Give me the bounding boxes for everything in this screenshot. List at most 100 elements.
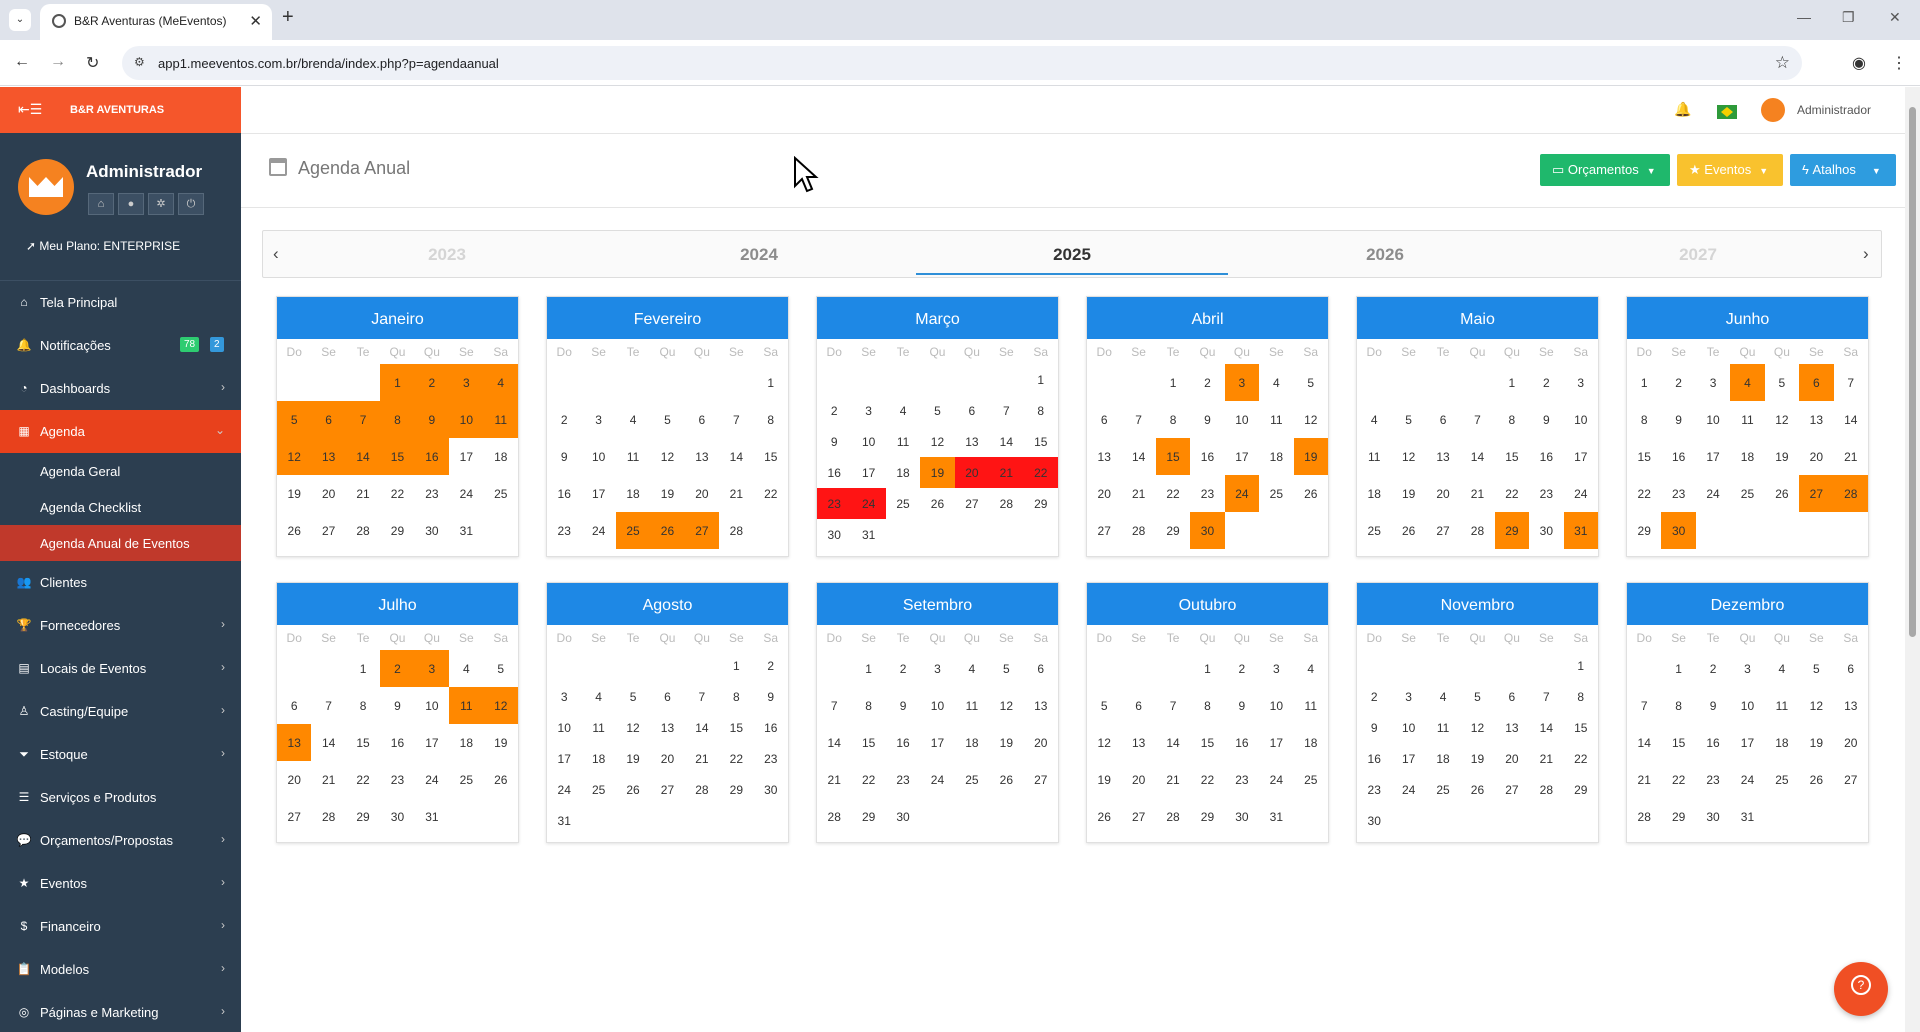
day-cell[interactable]: 18 bbox=[1426, 743, 1460, 774]
day-cell[interactable]: 12 bbox=[616, 712, 650, 743]
eventos-button[interactable]: ★ Eventos ▼ bbox=[1677, 154, 1783, 186]
day-cell[interactable]: 2 bbox=[886, 650, 920, 687]
tab-search-button[interactable]: ⌄ bbox=[9, 9, 31, 31]
day-cell[interactable]: 1 bbox=[851, 650, 885, 687]
day-cell[interactable]: 10 bbox=[1696, 401, 1730, 438]
day-cell[interactable]: 7 bbox=[1121, 401, 1155, 438]
day-cell[interactable]: 5 bbox=[277, 401, 312, 438]
day-cell[interactable]: 24 bbox=[920, 761, 954, 798]
day-cell[interactable]: 8 bbox=[1190, 687, 1224, 724]
day-cell[interactable]: 22 bbox=[754, 475, 788, 512]
day-cell[interactable]: 27 bbox=[1426, 512, 1460, 549]
day-cell[interactable]: 25 bbox=[1259, 475, 1293, 512]
day-cell[interactable]: 9 bbox=[886, 687, 920, 724]
day-cell[interactable]: 27 bbox=[1495, 774, 1529, 805]
day-cell[interactable]: 20 bbox=[1834, 724, 1868, 761]
user-name[interactable]: Administrador bbox=[1797, 103, 1871, 117]
day-cell[interactable]: 11 bbox=[1426, 712, 1460, 743]
sidebar-item[interactable]: ▤ Locais de Eventos › bbox=[0, 647, 241, 690]
day-cell[interactable]: 10 bbox=[547, 712, 581, 743]
day-cell[interactable]: 7 bbox=[685, 681, 719, 712]
day-cell[interactable]: 23 bbox=[415, 475, 449, 512]
day-cell[interactable]: 21 bbox=[1529, 743, 1563, 774]
day-cell[interactable]: 12 bbox=[483, 687, 518, 724]
day-cell[interactable]: 3 bbox=[1224, 364, 1260, 401]
day-cell[interactable]: 2 bbox=[1190, 364, 1224, 401]
day-cell[interactable]: 19 bbox=[1293, 438, 1328, 475]
day-cell[interactable]: 27 bbox=[311, 512, 345, 549]
day-cell[interactable]: 3 bbox=[449, 364, 484, 401]
day-cell[interactable]: 6 bbox=[955, 395, 989, 426]
day-cell[interactable]: 5 bbox=[1087, 687, 1121, 724]
day-cell[interactable]: 27 bbox=[1087, 512, 1121, 549]
day-cell[interactable]: 19 bbox=[1460, 743, 1494, 774]
brazil-flag-icon[interactable] bbox=[1717, 105, 1737, 119]
day-cell[interactable]: 15 bbox=[1495, 438, 1529, 475]
day-cell[interactable]: 29 bbox=[1156, 512, 1190, 549]
day-cell[interactable]: 1 bbox=[1495, 364, 1529, 401]
day-cell[interactable]: 28 bbox=[1121, 512, 1155, 549]
day-cell[interactable]: 2 bbox=[1661, 364, 1695, 401]
day-cell[interactable]: 12 bbox=[989, 687, 1023, 724]
day-cell[interactable]: 31 bbox=[1259, 798, 1293, 835]
day-cell[interactable]: 14 bbox=[1121, 438, 1155, 475]
day-cell[interactable]: 28 bbox=[346, 512, 380, 549]
day-cell[interactable]: 6 bbox=[1087, 401, 1121, 438]
day-cell[interactable]: 6 bbox=[1426, 401, 1460, 438]
day-cell[interactable]: 21 bbox=[1121, 475, 1155, 512]
bookmark-star-icon[interactable]: ☆ bbox=[1775, 53, 1790, 73]
day-cell[interactable]: 15 bbox=[719, 712, 753, 743]
day-cell[interactable]: 23 bbox=[1190, 475, 1224, 512]
day-cell[interactable]: 10 bbox=[415, 687, 449, 724]
day-cell[interactable]: 10 bbox=[920, 687, 954, 724]
sidebar-item[interactable]: ♙ Casting/Equipe › bbox=[0, 690, 241, 733]
day-cell[interactable]: 21 bbox=[719, 475, 753, 512]
day-cell[interactable]: 9 bbox=[754, 681, 788, 712]
day-cell[interactable]: 4 bbox=[483, 364, 518, 401]
site-info-icon[interactable]: ⚙ bbox=[134, 55, 145, 69]
day-cell[interactable]: 9 bbox=[414, 401, 450, 438]
day-cell[interactable]: 4 bbox=[886, 395, 920, 426]
day-cell[interactable]: 15 bbox=[1155, 438, 1191, 475]
day-cell[interactable]: 10 bbox=[1391, 712, 1425, 743]
day-cell[interactable]: 24 bbox=[449, 475, 483, 512]
day-cell[interactable]: 2 bbox=[380, 650, 415, 687]
day-cell[interactable]: 17 bbox=[581, 475, 615, 512]
day-cell[interactable]: 16 bbox=[380, 724, 414, 761]
day-cell[interactable]: 16 bbox=[1661, 438, 1695, 475]
scrollbar-thumb[interactable] bbox=[1909, 107, 1916, 637]
day-cell[interactable]: 16 bbox=[886, 724, 920, 761]
day-cell[interactable]: 26 bbox=[989, 761, 1023, 798]
day-cell[interactable]: 20 bbox=[311, 475, 345, 512]
day-cell[interactable]: 11 bbox=[616, 438, 650, 475]
day-cell[interactable]: 14 bbox=[345, 438, 381, 475]
chrome-menu-icon[interactable]: ⋮ bbox=[1891, 53, 1907, 73]
restore-button[interactable]: ❐ bbox=[1842, 9, 1855, 26]
day-cell[interactable]: 31 bbox=[415, 798, 449, 835]
day-cell[interactable]: 26 bbox=[616, 774, 650, 805]
day-cell[interactable]: 26 bbox=[1765, 475, 1799, 512]
day-cell[interactable]: 2 bbox=[547, 401, 581, 438]
day-cell[interactable]: 31 bbox=[449, 512, 483, 549]
day-cell[interactable]: 20 bbox=[954, 457, 990, 488]
day-cell[interactable]: 4 bbox=[1730, 364, 1765, 401]
day-cell[interactable]: 28 bbox=[685, 774, 719, 805]
day-cell[interactable]: 6 bbox=[1834, 650, 1868, 687]
url-text[interactable]: app1.meeventos.com.br/brenda/index.php?p… bbox=[158, 56, 499, 71]
day-cell[interactable]: 22 bbox=[1495, 475, 1529, 512]
user-icon[interactable]: ● bbox=[118, 193, 144, 215]
sidebar-item[interactable]: ▦ Agenda ⌄ bbox=[0, 410, 241, 453]
day-cell[interactable]: 27 bbox=[1121, 798, 1155, 835]
day-cell[interactable]: 23 bbox=[380, 761, 414, 798]
day-cell[interactable]: 27 bbox=[277, 798, 311, 835]
day-cell[interactable]: 30 bbox=[1225, 798, 1259, 835]
day-cell[interactable]: 6 bbox=[1121, 687, 1155, 724]
day-cell[interactable]: 22 bbox=[1190, 761, 1224, 798]
day-cell[interactable]: 19 bbox=[616, 743, 650, 774]
day-cell[interactable]: 8 bbox=[1156, 401, 1190, 438]
day-cell[interactable]: 23 bbox=[1225, 761, 1259, 798]
day-cell[interactable]: 1 bbox=[1190, 650, 1224, 687]
day-cell[interactable]: 26 bbox=[1294, 475, 1328, 512]
day-cell[interactable]: 29 bbox=[1661, 798, 1695, 835]
day-cell[interactable]: 31 bbox=[1563, 512, 1598, 549]
